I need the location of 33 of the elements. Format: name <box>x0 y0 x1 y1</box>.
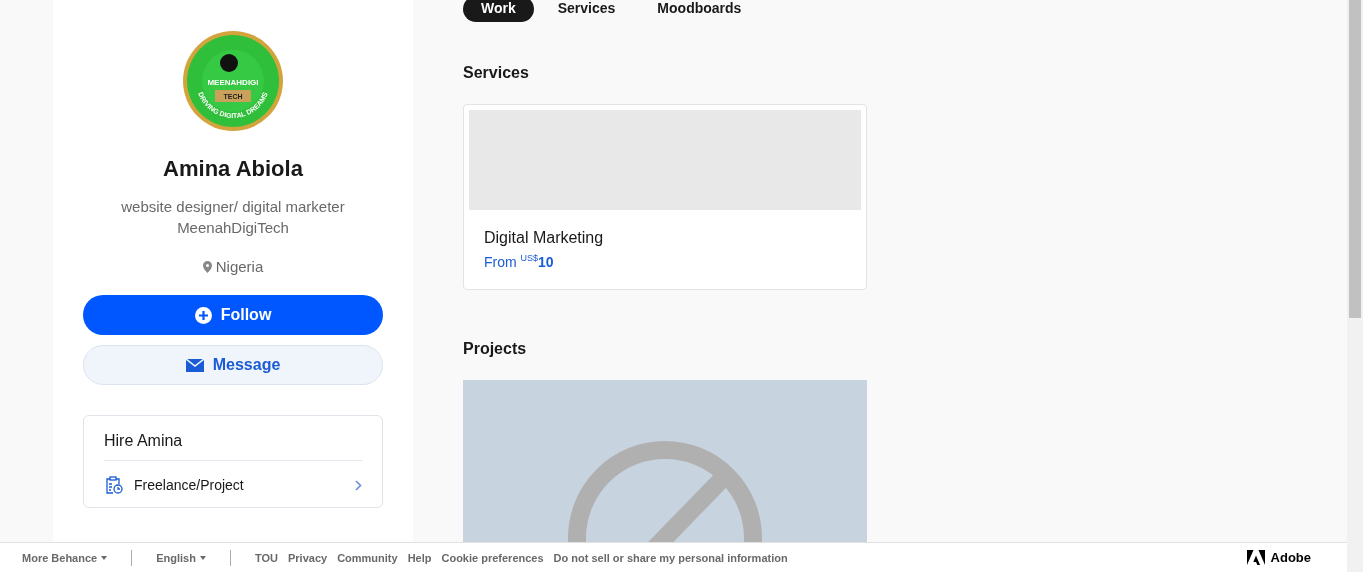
adobe-logo-icon <box>1246 550 1265 565</box>
profile-bio: website designer/ digital marketer MeenahDigiTech <box>121 197 345 238</box>
profile-name: Amina Abiola <box>163 156 303 182</box>
hire-option[interactable]: Freelance/Project <box>104 461 362 495</box>
footer-menu[interactable]: More Behance <box>22 551 108 564</box>
scrollbar-thumb[interactable] <box>1349 0 1361 318</box>
follow-button[interactable]: Follow <box>83 295 383 335</box>
footer-link[interactable]: Community <box>337 551 398 564</box>
brand-name: Adobe <box>1270 550 1311 565</box>
service-price: From $^{US$}$10 <box>484 253 555 270</box>
location-text: Nigeria <box>215 258 264 275</box>
message-button[interactable]: Message <box>83 345 383 385</box>
location-pin-icon <box>202 260 212 273</box>
service-card[interactable]: Digital Marketing From $^{US$}$10 <box>463 104 867 290</box>
footer-link[interactable]: Do not sell or share my personal information <box>553 551 788 564</box>
clipboard-clock-icon <box>104 475 124 495</box>
footer-link[interactable]: Help <box>407 551 432 564</box>
tab[interactable]: Moodboards <box>639 0 760 22</box>
caret-icon <box>101 555 108 560</box>
envelope-icon <box>185 358 204 372</box>
chevron-right-icon <box>355 479 362 491</box>
section-heading: Projects <box>463 339 528 358</box>
plus-icon <box>194 306 212 324</box>
footer-link[interactable]: Cookie preferences <box>441 551 544 564</box>
caret-icon <box>199 555 206 560</box>
footer-menu[interactable]: English <box>156 551 206 564</box>
service-title: Digital Marketing <box>484 229 605 247</box>
tab[interactable]: Work <box>463 0 534 22</box>
footer-link[interactable]: Privacy <box>287 551 328 564</box>
section-heading: Services <box>463 64 530 82</box>
tab[interactable]: Services <box>539 0 634 22</box>
hire-title: Hire Amina <box>104 432 362 461</box>
footer-link[interactable]: TOU <box>254 551 278 564</box>
